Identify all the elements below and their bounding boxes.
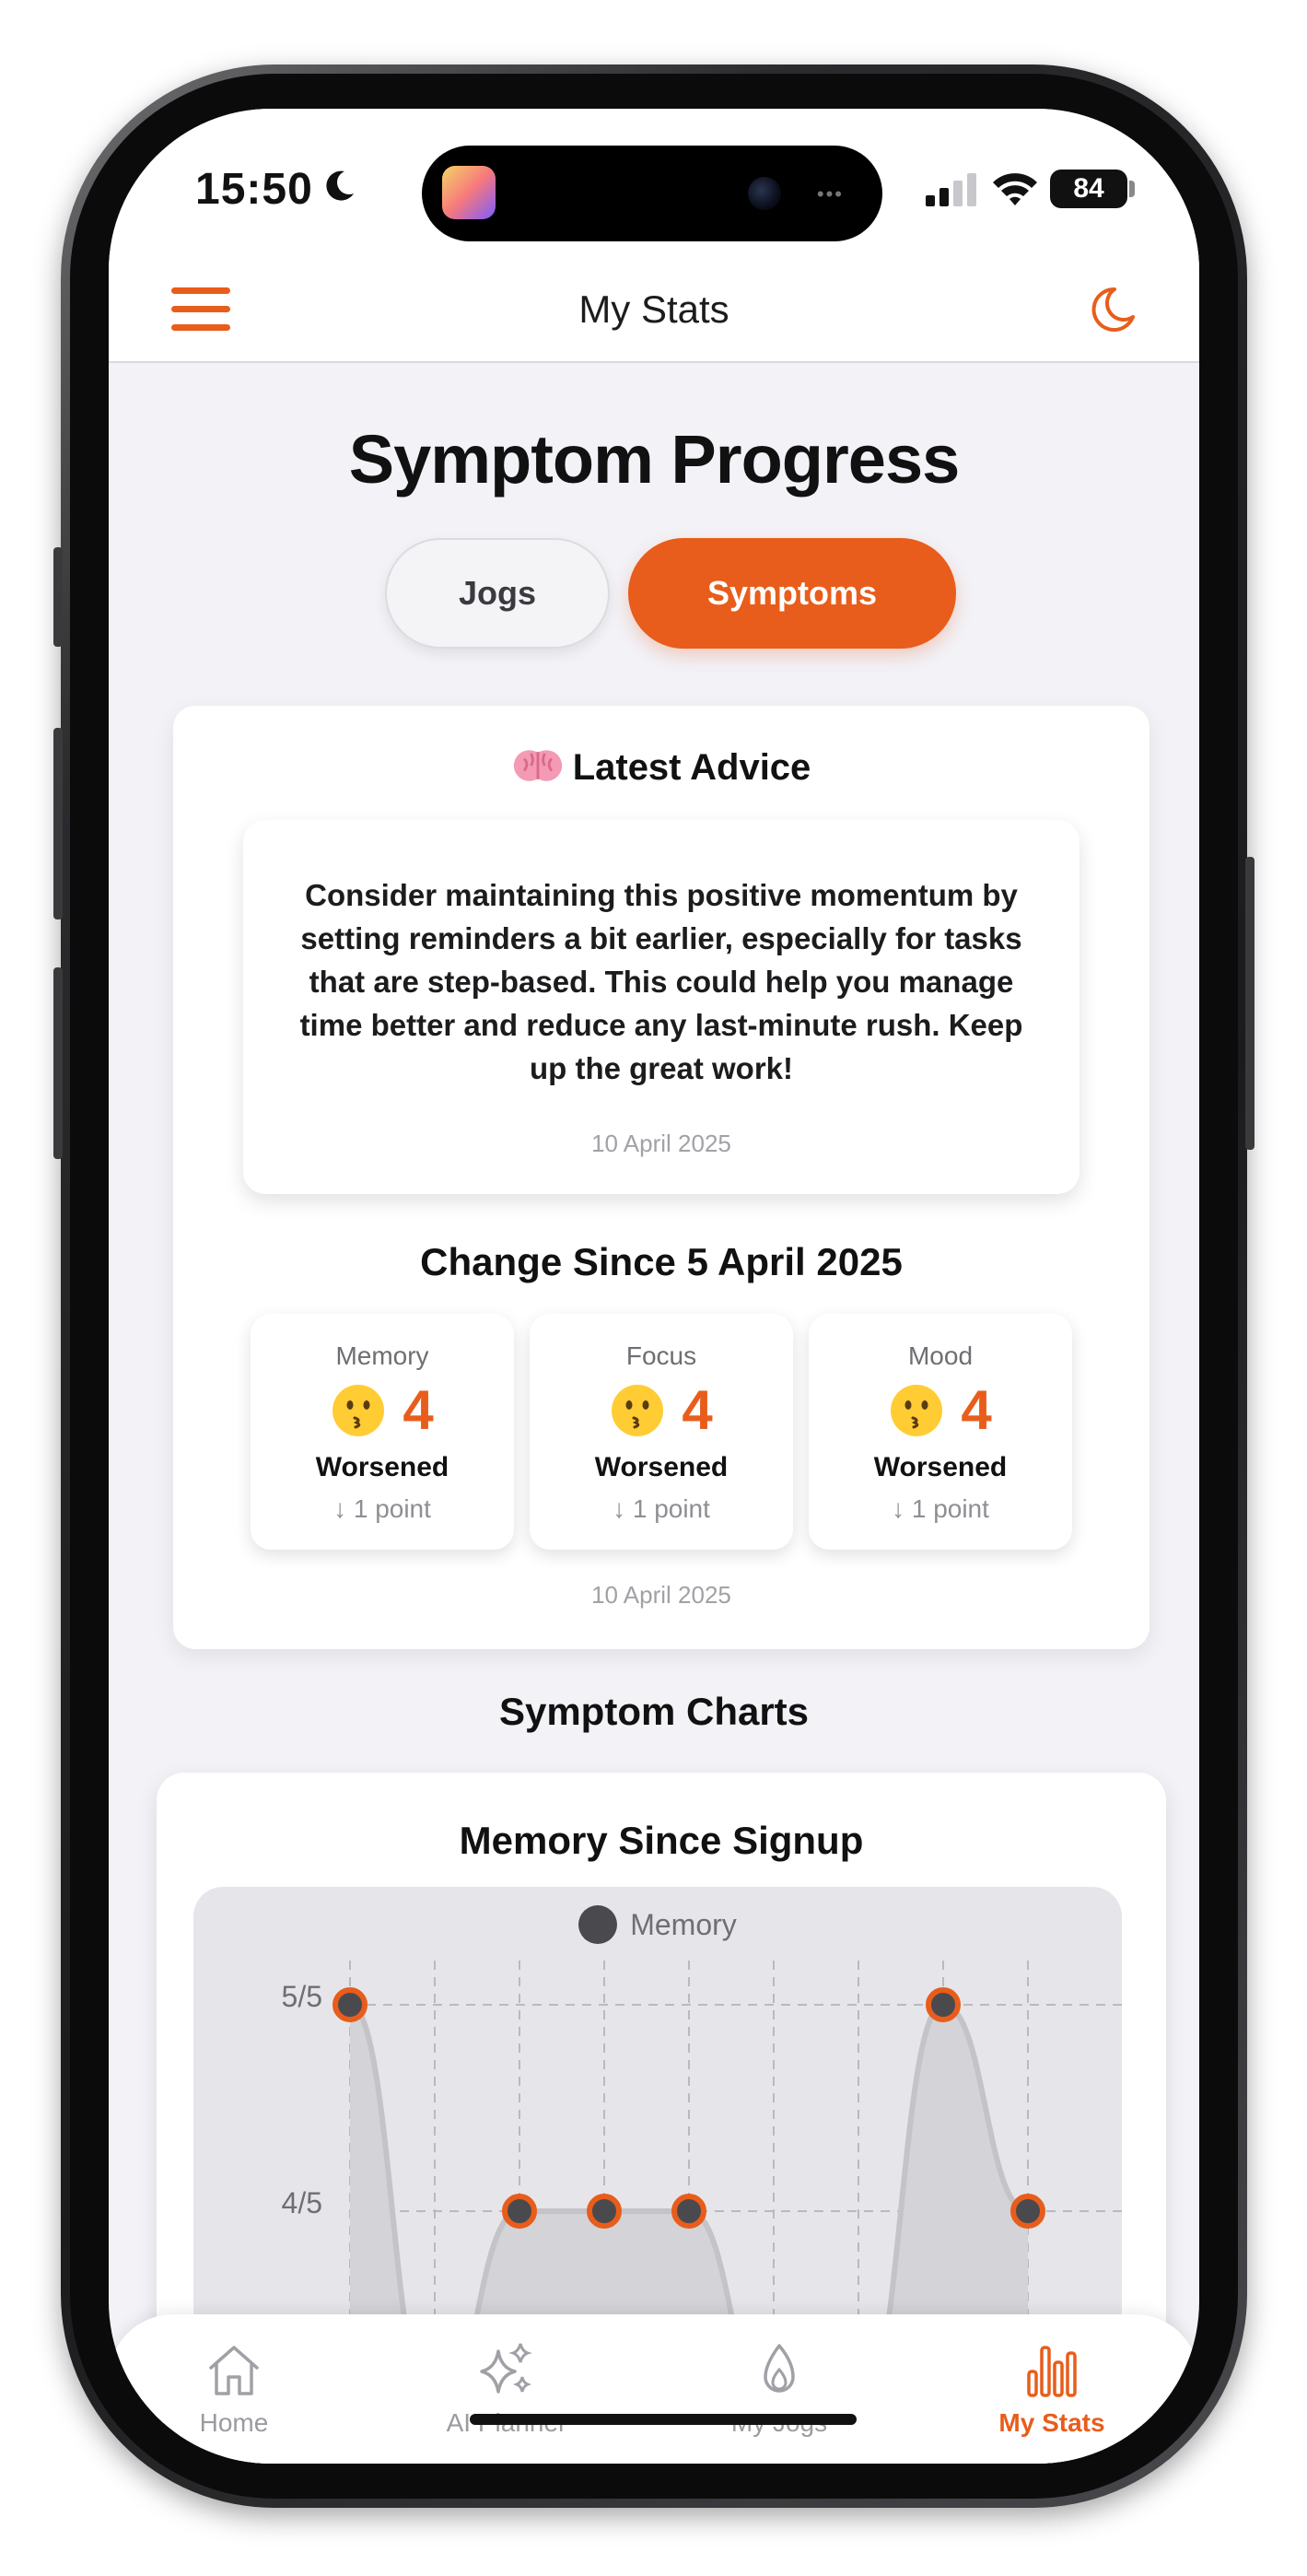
stat-value-row: 4 — [251, 1378, 514, 1442]
battery-tip — [1129, 181, 1135, 197]
data-point — [926, 1987, 961, 2022]
live-activity-app-icon — [442, 166, 496, 219]
focus-stat-card: Focus 4 Worsened ↓ 1 point — [530, 1314, 793, 1550]
stat-value-row: 4 — [809, 1378, 1072, 1442]
stat-status: Worsened — [873, 1452, 1008, 1482]
home-indicator — [470, 2414, 857, 2425]
flame-icon — [764, 2344, 795, 2393]
sensor-dots-icon: ••• — [816, 182, 844, 205]
latest-advice-title: Latest Advice — [572, 747, 811, 788]
tab-label: My Stats — [998, 2408, 1105, 2437]
stat-change: ↓ 1 point — [333, 1494, 431, 1523]
tab-label: Home — [199, 2408, 269, 2437]
stat-label: Memory — [335, 1341, 429, 1370]
data-point — [671, 2194, 706, 2229]
app-header: My Stats — [109, 256, 1199, 363]
dark-mode-moon-icon[interactable] — [1087, 284, 1138, 335]
kissing-face-icon — [891, 1384, 943, 1436]
stat-value: 4 — [682, 1379, 713, 1441]
change-since-title: Change Since 5 April 2025 — [420, 1240, 903, 1283]
y-tick-label: 4/5 — [282, 2186, 322, 2219]
data-point — [502, 2194, 537, 2229]
advice-message-box: Consider maintaining this positive momen… — [243, 820, 1079, 1194]
advice-card: Latest Advice Consider maintaining this … — [173, 706, 1149, 1649]
jogs-toggle-button[interactable]: Jogs — [385, 538, 610, 649]
legend-swatch — [578, 1905, 618, 1944]
app-screen: 15:50 ••• 84 My Stats Symptom Progress J… — [109, 109, 1199, 2464]
chart-title: Memory Since Signup — [459, 1819, 864, 1862]
tab-my-stats[interactable]: My Stats — [951, 2340, 1153, 2438]
volume-down-button — [53, 967, 63, 1159]
symptoms-toggle-button[interactable]: Symptoms — [628, 538, 956, 649]
stat-value: 4 — [403, 1379, 434, 1441]
cellular-signal-icon — [926, 173, 976, 206]
stat-value: 4 — [961, 1379, 992, 1441]
stat-label: Focus — [625, 1341, 697, 1370]
stat-label: Mood — [907, 1341, 974, 1370]
header-title: My Stats — [578, 287, 729, 331]
tab-home[interactable]: Home — [133, 2340, 335, 2438]
stat-status: Worsened — [594, 1452, 729, 1482]
memory-stat-card: Memory 4 Worsened ↓ 1 point — [251, 1314, 514, 1550]
stat-value-row: 4 — [530, 1378, 793, 1442]
data-point — [587, 2194, 622, 2229]
brain-icon — [513, 750, 562, 781]
volume-up-button — [53, 728, 63, 919]
mood-stat-card: Mood 4 Worsened ↓ 1 point — [809, 1314, 1072, 1550]
sparkles-icon — [480, 2343, 532, 2394]
latest-advice-heading: Latest Advice — [173, 746, 1149, 789]
bar-chart-icon — [1027, 2346, 1077, 2397]
wifi-icon — [993, 173, 1037, 205]
power-button — [1245, 857, 1254, 1150]
kissing-face-icon — [612, 1384, 664, 1436]
stat-change: ↓ 1 point — [613, 1494, 710, 1523]
status-time: 15:50 — [195, 165, 313, 214]
advice-date: 10 April 2025 — [591, 1130, 731, 1157]
stat-change: ↓ 1 point — [892, 1494, 989, 1523]
symptom-charts-title: Symptom Charts — [498, 1690, 810, 1733]
page-title: Symptom Progress — [348, 421, 961, 498]
status-bar: 15:50 ••• 84 — [109, 109, 1199, 256]
stat-status: Worsened — [315, 1452, 449, 1482]
advice-text: Consider maintaining this positive momen… — [299, 878, 1023, 1085]
bottom-tab-bar: Home AI Planner My Jogs My St — [109, 2314, 1199, 2464]
change-date: 10 April 2025 — [591, 1581, 731, 1609]
legend-label: Memory — [630, 1907, 737, 1941]
data-point — [1010, 2194, 1045, 2229]
data-point — [333, 1987, 368, 2022]
kissing-face-icon — [333, 1384, 385, 1436]
chart-legend[interactable]: Memory — [193, 1905, 1122, 1944]
home-icon — [209, 2346, 259, 2395]
dynamic-island: ••• — [422, 146, 882, 241]
action-button — [53, 547, 63, 647]
focus-moon-icon — [326, 170, 354, 201]
camera-icon — [748, 177, 781, 210]
battery-indicator: 84 — [1050, 170, 1127, 208]
y-tick-label: 5/5 — [282, 1980, 322, 2013]
